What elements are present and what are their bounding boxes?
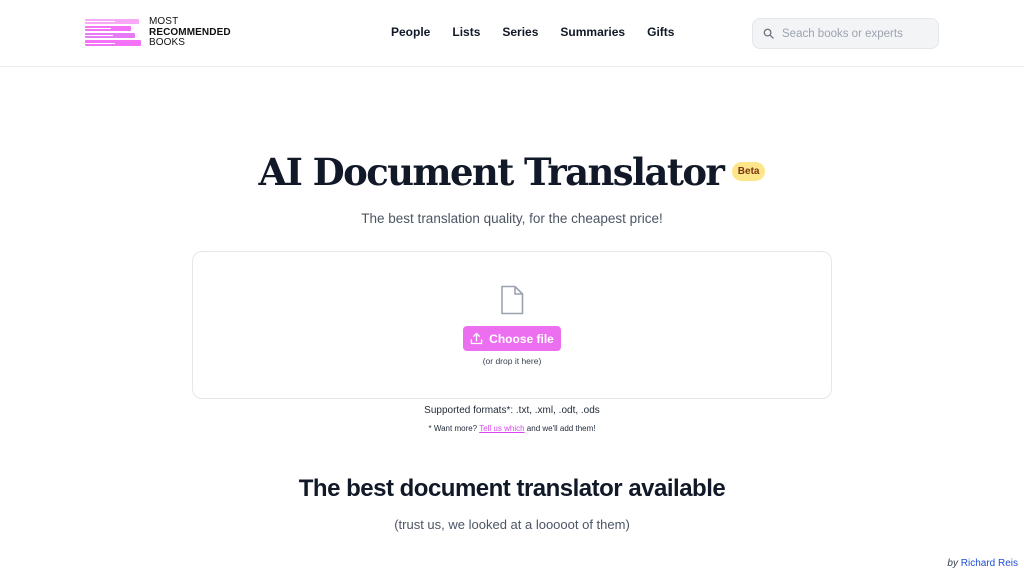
credit-prefix: by [947, 558, 958, 569]
file-dropzone[interactable]: Choose file (or drop it here) [192, 251, 832, 399]
want-more-note: * Want more? Tell us which and we'll add… [0, 424, 1024, 433]
page-title: AI Document Translator [258, 150, 725, 194]
tell-us-link[interactable]: Tell us which [479, 424, 524, 433]
nav-link-gifts[interactable]: Gifts [647, 25, 674, 39]
want-more-suffix: and we'll add them! [526, 424, 596, 433]
logo-mark-icon [85, 19, 141, 46]
site-logo[interactable]: MOST RECOMMENDED BOOKS [85, 17, 235, 49]
section-subtitle: (trust us, we looked at a looooot of the… [394, 517, 630, 532]
file-icon [501, 285, 524, 315]
nav-link-people[interactable]: People [391, 25, 430, 39]
search-box[interactable] [752, 18, 939, 49]
beta-badge: Beta [731, 161, 766, 181]
site-header: MOST RECOMMENDED BOOKS People Lists Seri… [0, 0, 1024, 67]
logo-line-3: BOOKS [149, 37, 186, 49]
author-link[interactable]: Richard Reis [961, 558, 1018, 569]
section-title: The best document translator available [298, 475, 726, 502]
hero-title-row: AI Document Translator Beta [0, 150, 1024, 198]
main-nav: People Lists Series Summaries Gifts [391, 24, 674, 40]
page-subtitle: The best translation quality, for the ch… [361, 211, 663, 226]
search-input[interactable] [782, 27, 932, 40]
page: MOST RECOMMENDED BOOKS People Lists Seri… [0, 0, 1024, 576]
search-icon [763, 28, 774, 39]
nav-link-lists[interactable]: Lists [452, 25, 480, 39]
drop-hint: (or drop it here) [482, 356, 542, 366]
upload-icon [470, 332, 483, 345]
author-credit: by Richard Reis [947, 558, 1018, 569]
nav-link-summaries[interactable]: Summaries [560, 25, 625, 39]
logo-wordmark: MOST RECOMMENDED BOOKS [149, 17, 231, 49]
want-more-prefix: * Want more? [428, 424, 478, 433]
choose-file-label: Choose file [489, 331, 554, 346]
supported-formats: Supported formats*: .txt, .xml, .odt, .o… [424, 405, 600, 416]
nav-link-series[interactable]: Series [502, 25, 538, 39]
choose-file-button[interactable]: Choose file [463, 326, 561, 351]
